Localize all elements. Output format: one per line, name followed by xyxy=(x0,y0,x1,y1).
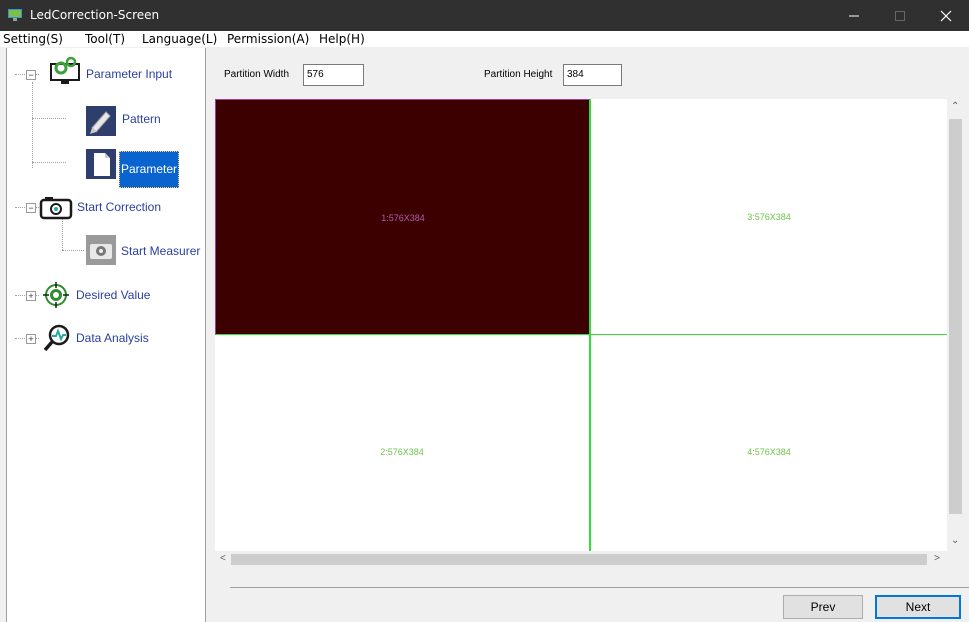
menu-tool[interactable]: Tool(T) xyxy=(85,32,125,46)
minimize-button[interactable] xyxy=(831,0,877,31)
collapse-toggle[interactable]: − xyxy=(26,203,36,213)
document-icon xyxy=(86,149,116,179)
tree-connector xyxy=(62,250,84,251)
tree-connector xyxy=(62,218,63,250)
tree-item-parameter[interactable]: Parameter xyxy=(119,151,180,188)
horizontal-scroll-thumb[interactable] xyxy=(231,554,927,565)
navigation-tree: − − + + Parameter Input Pattern Paramete… xyxy=(6,48,206,622)
partition-canvas[interactable]: 1:576X384 3:576X384 2:576X384 4:576X384 xyxy=(215,99,947,551)
tree-item-desired-value[interactable]: Desired Value xyxy=(76,288,150,302)
tree-item-start-measure[interactable]: Start Measurer xyxy=(121,244,200,258)
expand-toggle[interactable]: + xyxy=(26,334,36,344)
vertical-scroll-thumb[interactable] xyxy=(949,119,962,514)
menu-bar: Setting(S) Tool(T) Language(L) Permissio… xyxy=(0,31,969,47)
close-button[interactable] xyxy=(923,0,969,31)
tree-connector xyxy=(32,118,66,119)
partition-cell-label: 2:576X384 xyxy=(380,447,424,457)
scroll-up-icon[interactable]: ⌃ xyxy=(951,101,959,112)
prev-button[interactable]: Prev xyxy=(783,595,863,619)
scroll-left-icon[interactable]: < xyxy=(220,553,226,564)
partition-cell-2[interactable]: 2:576X384 xyxy=(215,335,590,551)
partition-height-label: Partition Height xyxy=(484,69,553,80)
close-icon xyxy=(940,10,952,22)
partition-cell-4[interactable]: 4:576X384 xyxy=(590,335,947,551)
tree-item-start-correction[interactable]: Start Correction xyxy=(77,200,161,214)
partition-cell-3[interactable]: 3:576X384 xyxy=(590,99,947,335)
partition-cell-1[interactable]: 1:576X384 xyxy=(215,99,590,335)
app-icon xyxy=(8,9,22,21)
footer-divider xyxy=(230,587,969,588)
maximize-button[interactable] xyxy=(877,0,923,31)
next-button[interactable]: Next xyxy=(875,595,961,619)
tree-connector xyxy=(32,162,66,163)
partition-cell-label: 1:576X384 xyxy=(381,213,425,223)
camera-icon xyxy=(39,197,73,220)
vertical-scrollbar[interactable]: ⌃ ⌄ xyxy=(947,99,964,551)
window-title: LedCorrection-Screen xyxy=(30,8,160,22)
tree-item-parameter-input[interactable]: Parameter Input xyxy=(86,67,172,81)
partition-width-label: Partition Width xyxy=(224,69,290,80)
collapse-toggle[interactable]: − xyxy=(26,70,36,80)
camera-capture-icon xyxy=(86,235,116,265)
tree-item-pattern[interactable]: Pattern xyxy=(122,112,161,126)
maximize-icon xyxy=(895,11,905,21)
menu-setting[interactable]: Setting(S) xyxy=(3,32,63,46)
menu-permission[interactable]: Permission(A) xyxy=(227,32,309,46)
analysis-magnifier-icon xyxy=(43,324,70,352)
pattern-icon xyxy=(86,106,116,136)
horizontal-scrollbar[interactable]: < > xyxy=(215,551,947,568)
partition-cell-label: 3:576X384 xyxy=(747,212,791,222)
monitor-settings-icon xyxy=(50,56,80,84)
scroll-right-icon[interactable]: > xyxy=(934,553,940,564)
partition-height-input[interactable]: 384 xyxy=(563,64,622,86)
expand-toggle[interactable]: + xyxy=(26,291,36,301)
scroll-corner xyxy=(947,551,964,568)
partition-cell-label: 4:576X384 xyxy=(747,447,791,457)
title-bar: LedCorrection-Screen xyxy=(0,0,969,31)
target-icon xyxy=(43,282,69,308)
menu-language[interactable]: Language(L) xyxy=(142,32,217,46)
menu-help[interactable]: Help(H) xyxy=(319,32,365,46)
scroll-down-icon[interactable]: ⌄ xyxy=(951,535,959,546)
tree-item-data-analysis[interactable]: Data Analysis xyxy=(76,331,149,345)
tree-connector xyxy=(32,82,33,168)
minimize-icon xyxy=(849,15,859,17)
partition-width-input[interactable]: 576 xyxy=(303,64,364,86)
